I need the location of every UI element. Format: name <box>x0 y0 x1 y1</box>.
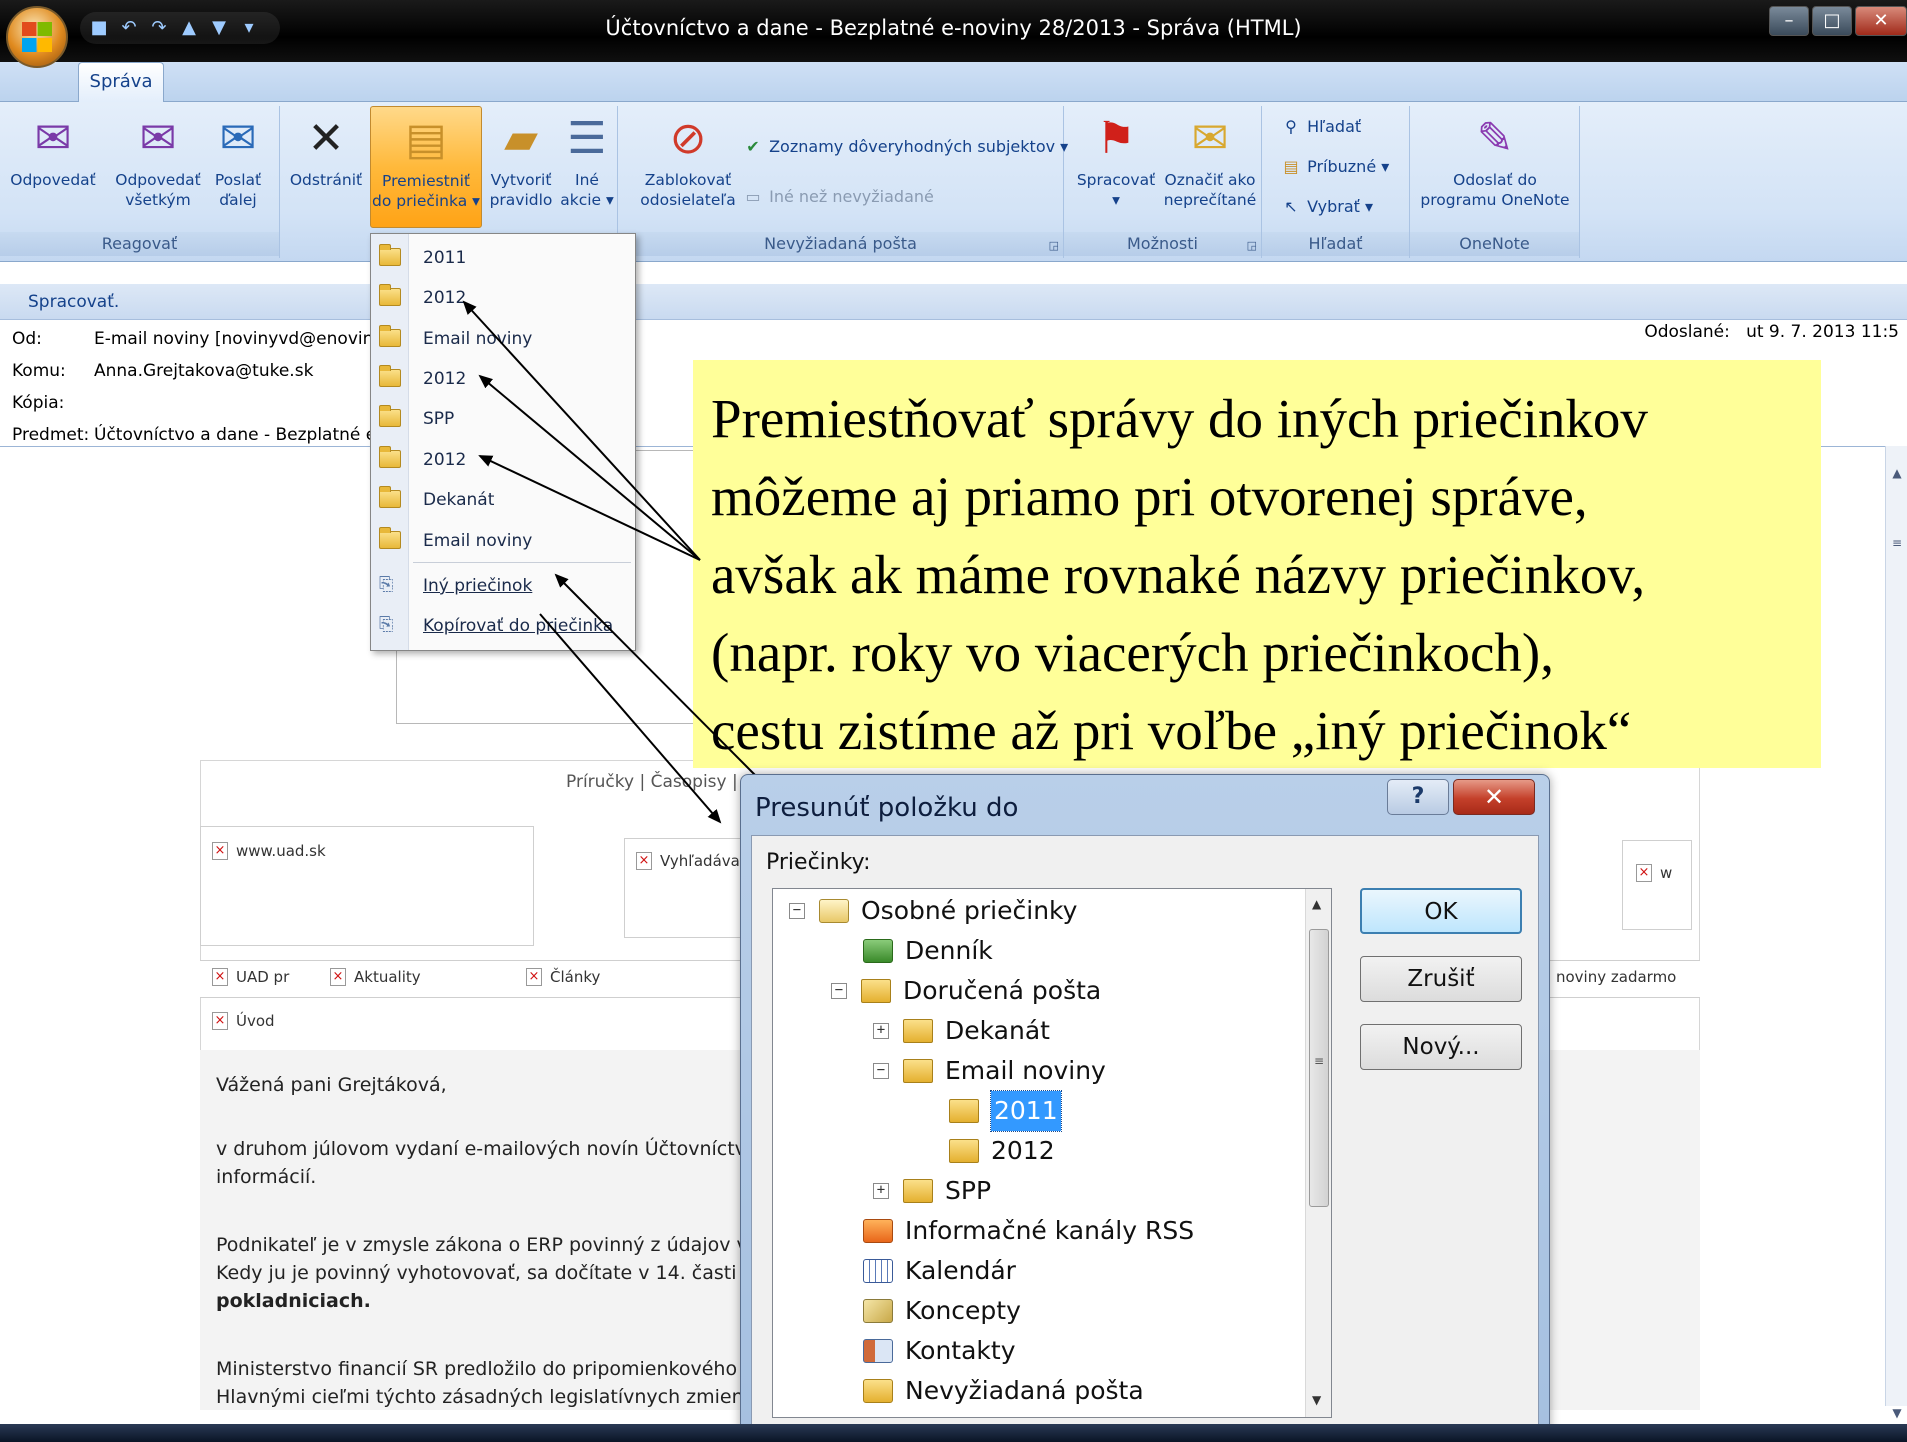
calendar-icon <box>863 1259 893 1283</box>
tree-item-rss[interactable]: Informačné kanály RSS <box>863 1211 1194 1251</box>
dialog-title: Presunúť položku do <box>755 793 1019 823</box>
tree-scroll-thumb[interactable]: ≡ <box>1309 929 1329 1207</box>
dialog-close-button[interactable]: ✕ <box>1453 779 1535 815</box>
collapse-icon[interactable]: − <box>831 983 847 999</box>
arrow-to-2012-b <box>478 374 701 561</box>
arrow-to-dialog <box>539 613 722 824</box>
tree-item-2011[interactable]: 2011 <box>949 1090 1062 1132</box>
office-logo-icon <box>22 22 52 52</box>
collapse-icon[interactable]: − <box>789 903 805 919</box>
journal-icon <box>863 939 893 963</box>
inbox-icon <box>861 979 891 1003</box>
taskbar <box>0 1424 1907 1442</box>
arrow-to-2012-a <box>462 300 701 561</box>
tree-item-journal[interactable]: Denník <box>863 931 993 971</box>
collapse-icon[interactable]: − <box>873 1063 889 1079</box>
help-button[interactable]: ? <box>1387 779 1449 815</box>
drafts-icon <box>863 1299 893 1323</box>
office-button[interactable] <box>6 6 68 68</box>
scroll-up-icon[interactable]: ▲ <box>1312 897 1321 911</box>
ok-button[interactable]: OK <box>1360 888 1522 934</box>
cancel-button[interactable]: Zrušiť <box>1360 956 1522 1002</box>
folder-tree[interactable]: − Osobné priečinky Denník − Doručená poš… <box>772 888 1332 1418</box>
tree-scrollbar[interactable]: ▲ ≡ ▼ <box>1305 889 1331 1417</box>
tree-item-calendar[interactable]: Kalendár <box>863 1251 1016 1291</box>
folder-icon <box>949 1139 979 1163</box>
folder-icon <box>903 1059 933 1083</box>
tree-item-junk-mail[interactable]: Nevyžiadaná pošta <box>863 1371 1144 1411</box>
new-folder-button[interactable]: Nový... <box>1360 1024 1522 1070</box>
expand-icon[interactable]: + <box>873 1023 889 1039</box>
tree-item-dekanat[interactable]: + Dekanát <box>873 1011 1050 1051</box>
arrow-to-2012-c <box>478 455 701 561</box>
tree-item-personal-folders[interactable]: − Osobné priečinky <box>789 891 1077 931</box>
tree-item-drafts[interactable]: Koncepty <box>863 1291 1021 1331</box>
tree-item-spp[interactable]: + SPP <box>873 1171 991 1211</box>
dialog-body: Priečinky: − Osobné priečinky Denník − D… <box>751 835 1539 1435</box>
rss-icon <box>863 1219 893 1243</box>
tree-item-2012[interactable]: 2012 <box>949 1131 1055 1171</box>
folder-icon <box>903 1179 933 1203</box>
junk-mail-icon <box>863 1379 893 1403</box>
folder-icon <box>949 1099 979 1123</box>
folder-icon <box>903 1019 933 1043</box>
folders-label: Priečinky: <box>766 850 871 875</box>
scroll-down-icon[interactable]: ▼ <box>1312 1393 1321 1407</box>
expand-icon[interactable]: + <box>873 1183 889 1199</box>
move-item-dialog: Presunúť položku do ? ✕ Priečinky: − Oso… <box>740 774 1550 1442</box>
contacts-icon <box>863 1339 893 1363</box>
personal-folders-icon <box>819 899 849 923</box>
tree-item-contacts[interactable]: Kontakty <box>863 1331 1016 1371</box>
tree-item-inbox[interactable]: − Doručená pošta <box>831 971 1101 1011</box>
grip-icon: ≡ <box>1314 1054 1325 1068</box>
tree-item-email-noviny[interactable]: − Email noviny <box>873 1051 1106 1091</box>
